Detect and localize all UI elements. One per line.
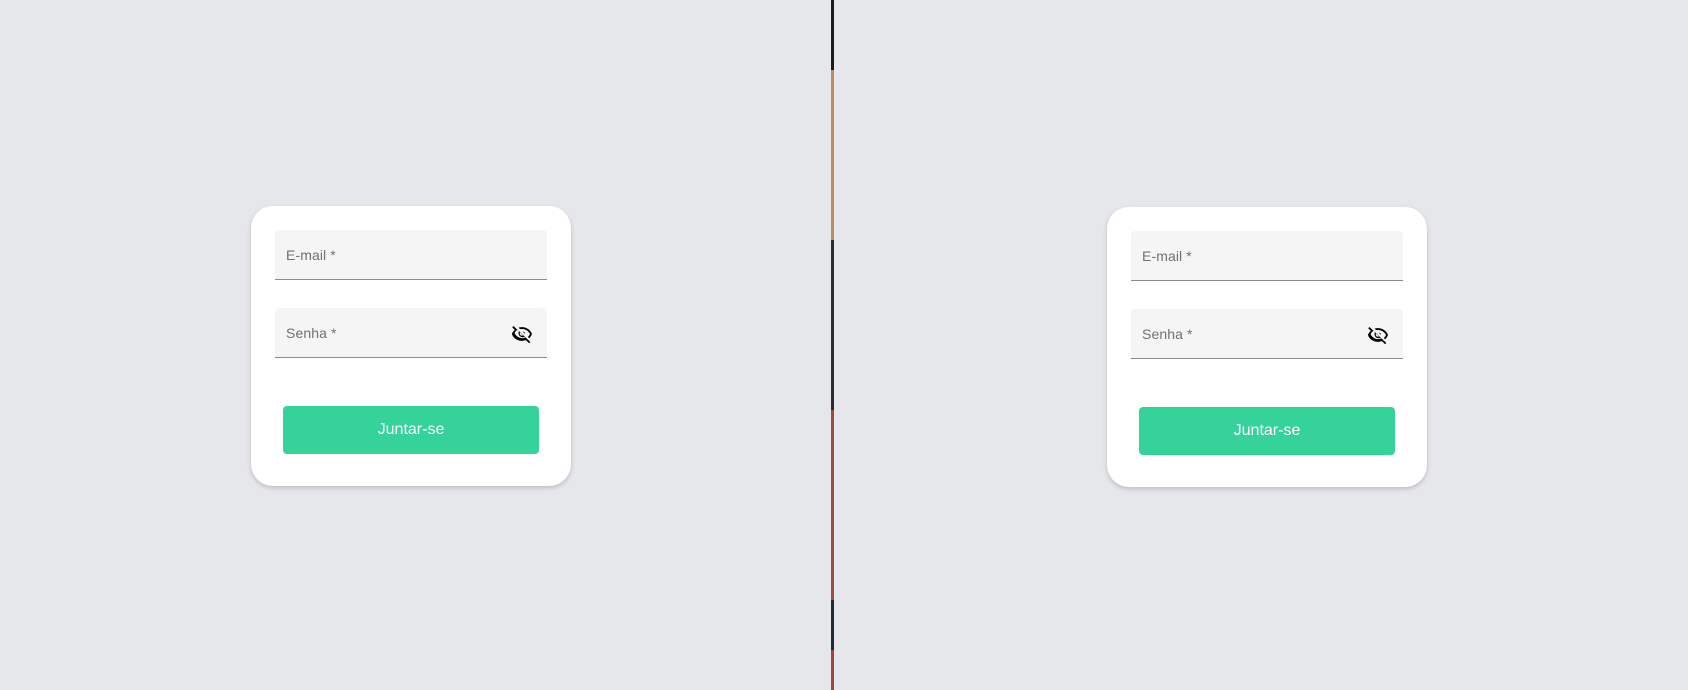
- right-pane: E-mail * Senha * Juntar-se: [835, 0, 1688, 690]
- signup-card: E-mail * Senha * Juntar-se: [251, 206, 571, 486]
- email-field[interactable]: E-mail *: [1131, 231, 1403, 281]
- password-field[interactable]: Senha *: [275, 308, 547, 358]
- join-button[interactable]: Juntar-se: [1139, 407, 1395, 455]
- signup-card: E-mail * Senha * Juntar-se: [1107, 207, 1427, 487]
- left-pane: E-mail * Senha * Juntar-se: [0, 0, 831, 690]
- password-field[interactable]: Senha *: [1131, 309, 1403, 359]
- email-label: E-mail *: [1142, 248, 1192, 264]
- eye-off-icon[interactable]: [511, 323, 533, 345]
- join-button[interactable]: Juntar-se: [283, 406, 539, 454]
- eye-off-icon[interactable]: [1367, 324, 1389, 346]
- window-divider: [831, 0, 834, 690]
- password-label: Senha *: [1142, 326, 1193, 342]
- email-label: E-mail *: [286, 247, 336, 263]
- password-label: Senha *: [286, 325, 337, 341]
- email-field[interactable]: E-mail *: [275, 230, 547, 280]
